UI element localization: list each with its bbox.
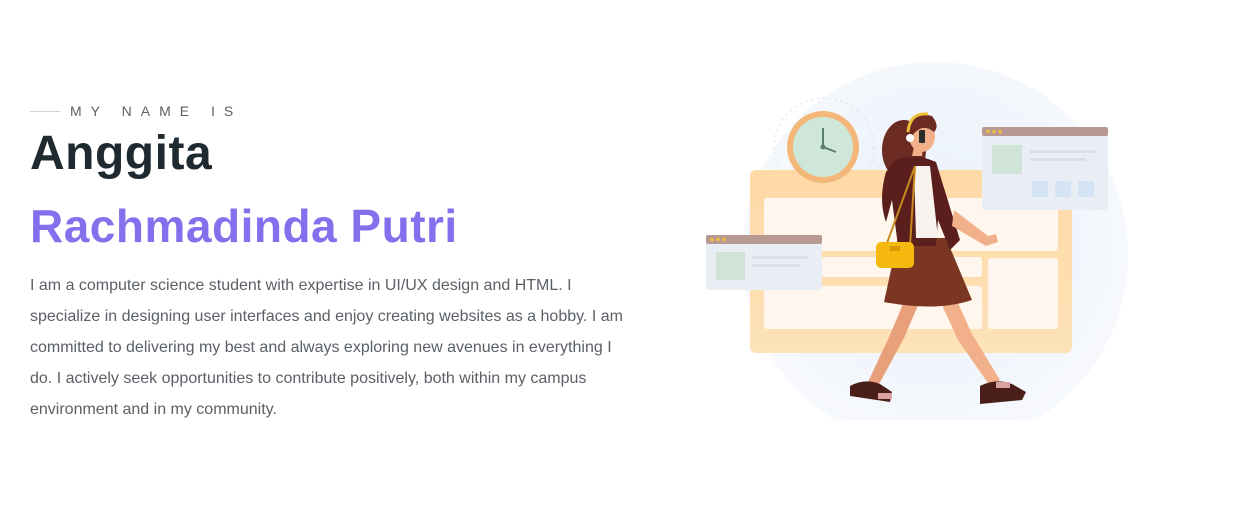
woman-walking-phone-illustration	[706, 62, 1128, 420]
bio-paragraph: I am a computer science student with exp…	[30, 277, 623, 418]
eyebrow-text: MY NAME IS	[70, 103, 243, 119]
eyebrow-divider	[30, 110, 60, 112]
right-window-card	[982, 127, 1108, 210]
intro-block: MY NAME IS Anggita Rachmadinda Putri I a…	[30, 100, 640, 441]
clock-icon	[787, 111, 859, 183]
last-name-heading: Rachmadinda Putri	[30, 200, 458, 252]
hero-illustration	[700, 60, 1140, 420]
eyebrow: MY NAME IS	[30, 100, 640, 122]
first-name-heading: Anggita	[30, 127, 213, 180]
left-window-card	[706, 235, 822, 290]
hero-section: MY NAME IS Anggita Rachmadinda Putri I a…	[0, 0, 1246, 508]
